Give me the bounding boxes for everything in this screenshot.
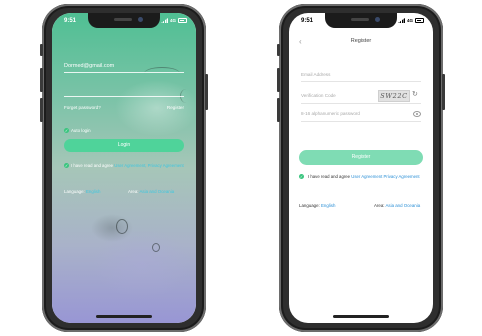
agree-checkbox[interactable]: ✓ [64,163,69,168]
volume-down-button [40,98,43,122]
email-underline [64,72,184,73]
network-label: 4G [406,18,413,23]
email-input[interactable]: Dormed@gmail.com [64,63,114,69]
email-input[interactable]: Email Address [301,72,330,77]
page-title: Register [350,38,372,44]
phone-frame-register: 9:51 4G ‹ Register Email Address Verific… [277,4,445,332]
silent-switch [40,44,43,56]
home-indicator[interactable] [333,315,389,318]
register-link[interactable]: Register [167,105,184,110]
status-time: 9:51 [301,18,314,24]
battery-icon [415,18,424,23]
verification-code-input[interactable]: Verification Code [301,93,336,98]
language-value[interactable]: English [321,203,335,208]
area-selector[interactable]: Area: Asia and Oceania [128,189,174,194]
volume-down-button [277,98,280,122]
user-agreement-link[interactable]: User Agreement [351,174,382,179]
power-button [442,74,445,110]
agreement-text: I have read and agree User Agreement Pri… [308,174,424,180]
auto-login-checkbox[interactable]: ✓ [64,128,69,133]
network-label: 4G [169,18,176,23]
volume-up-button [277,68,280,92]
auto-login-label: Auto login [71,128,91,133]
language-label: Language: [64,189,85,194]
agreement-text: I have read and agree User Agreement, Pr… [71,163,187,169]
password-input[interactable]: 8-16 alphanumeric password [301,111,360,116]
power-button [205,74,208,110]
language-label: Language: [299,203,320,208]
status-time: 9:51 [64,18,77,24]
status-bar: 9:51 4G [52,16,196,28]
agree-checkbox[interactable]: ✓ [299,174,304,179]
decor-water-drop [116,219,128,234]
agree-label: I have read and agree [71,163,114,168]
volume-up-button [40,68,43,92]
email-underline [301,81,421,82]
decor-eye-shape [144,67,180,80]
agree-label: I have read and agree [308,174,351,179]
area-value[interactable]: Asia and Oceania [139,189,174,194]
forgot-password-link[interactable]: Forget password? [64,105,101,110]
login-screen: 9:51 4G Dormed@gmail.com Forget password… [52,13,196,323]
decor-water-drop [152,243,160,252]
battery-icon [178,18,187,23]
eye-icon[interactable] [413,111,421,117]
area-selector[interactable]: Area: Asia and Oceania [374,203,420,208]
language-value[interactable]: English [86,189,100,194]
password-underline [301,121,421,122]
agreement-links[interactable]: User Agreement, Privacy Agreement [114,163,184,168]
status-bar: 9:51 4G [289,16,433,28]
phone-frame-login: 9:51 4G Dormed@gmail.com Forget password… [40,4,208,332]
register-screen: 9:51 4G ‹ Register Email Address Verific… [289,13,433,323]
silent-switch [277,44,280,56]
nav-bar: ‹ Register [289,35,433,51]
refresh-icon[interactable]: ↻ [412,90,418,100]
password-input[interactable] [64,96,184,97]
area-value[interactable]: Asia and Oceania [385,203,420,208]
code-underline [301,103,421,104]
area-label: Area: [374,203,385,208]
privacy-agreement-link[interactable]: Privacy Agreement [384,174,420,179]
home-indicator[interactable] [96,315,152,318]
register-button[interactable]: Register [299,150,423,165]
language-selector[interactable]: Language: English [64,189,100,194]
captcha-image: SW22C [378,90,410,102]
signal-icon [160,18,168,23]
login-button[interactable]: Login [64,139,184,152]
signal-icon [397,18,405,23]
language-selector[interactable]: Language: English [299,203,335,208]
area-label: Area: [128,189,139,194]
